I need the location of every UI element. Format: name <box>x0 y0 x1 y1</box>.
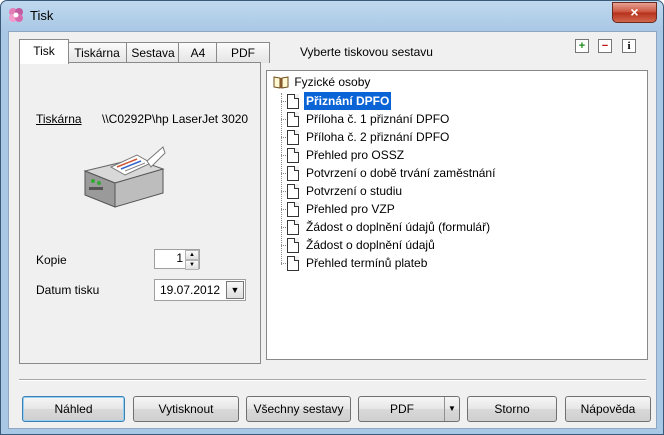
pdf-dropdown-icon[interactable]: ▼ <box>444 397 459 421</box>
document-icon <box>287 238 299 254</box>
preview-button[interactable]: Náhled <box>22 396 125 422</box>
minus-icon[interactable]: − <box>598 39 612 53</box>
cancel-button[interactable]: Storno <box>467 396 557 422</box>
document-icon <box>287 112 299 128</box>
printer-icon <box>83 146 166 208</box>
print-date-field[interactable]: 19.07.2012 ▼ <box>154 279 246 301</box>
tree-item-zadost[interactable]: Žádost o doplnění údajů <box>287 236 437 254</box>
copies-spinner[interactable]: 1 ▲ ▼ <box>154 249 200 270</box>
pdf-button-label: PDF <box>390 402 414 416</box>
tree-root-label: Fyzické osoby <box>294 74 371 89</box>
dialog-client-area: Tisk Tiskárna Sestava A4 PDF Vyberte tis… <box>8 31 657 429</box>
report-tree[interactable]: Fyzické osoby Přiznání DPFO Příloha č. 1… <box>266 70 648 360</box>
print-dialog-window: Tisk × Tisk Tiskárna Sestava A4 PDF Vybe… <box>0 0 664 435</box>
document-icon <box>287 94 299 110</box>
tab-pdf[interactable]: PDF <box>216 42 270 63</box>
separator-line <box>19 379 646 381</box>
title-bar[interactable]: Tisk × <box>1 1 663 31</box>
print-date-label: Datum tisku <box>36 283 100 297</box>
all-reports-button[interactable]: Všechny sestavy <box>246 396 351 422</box>
tree-item-prehled-ossz[interactable]: Přehled pro OSSZ <box>287 146 406 164</box>
tree-item-potvrzeni-studiu[interactable]: Potvrzení o studiu <box>287 182 404 200</box>
plus-icon[interactable]: + <box>575 39 589 53</box>
document-icon <box>287 148 299 164</box>
document-icon <box>287 220 299 236</box>
printer-name: \\C0292P\hp LaserJet 3020 <box>102 112 249 126</box>
date-dropdown-icon[interactable]: ▼ <box>226 281 244 299</box>
tree-item-zadost-formular[interactable]: Žádost o doplnění údajů (formulář) <box>287 218 492 236</box>
copies-value[interactable]: 1 <box>155 251 183 265</box>
tree-item-priloha-1[interactable]: Příloha č. 1 přiznání DPFO <box>287 110 451 128</box>
tab-panel-tisk: Tiskárna \\C0292P\hp LaserJet 3020 Kopie… <box>19 62 261 364</box>
close-button[interactable]: × <box>612 2 657 23</box>
document-icon <box>287 130 299 146</box>
pdf-button[interactable]: PDF ▼ <box>358 396 460 422</box>
info-icon[interactable]: i <box>622 39 636 53</box>
help-button[interactable]: Nápověda <box>565 396 651 422</box>
tab-tisk[interactable]: Tisk <box>19 39 69 64</box>
book-icon <box>273 76 289 89</box>
document-icon <box>287 256 299 272</box>
window-title: Tisk <box>30 8 54 23</box>
tree-root[interactable]: Fyzické osoby <box>273 74 370 92</box>
tree-item-potvrzeni-zamestnani[interactable]: Potvrzení o době trvání zaměstnání <box>287 164 497 182</box>
copies-label: Kopie <box>36 253 67 267</box>
tab-tiskarna[interactable]: Tiskárna <box>67 42 127 63</box>
tree-item-prehled-vzp[interactable]: Přehled pro VZP <box>287 200 397 218</box>
spin-down-icon[interactable]: ▼ <box>185 260 199 270</box>
tree-item-terminy-plateb[interactable]: Přehled termínů plateb <box>287 254 429 272</box>
printer-label-link[interactable]: Tiskárna <box>36 112 82 126</box>
tree-item-priznani-dpfo[interactable]: Přiznání DPFO <box>287 92 392 110</box>
document-icon <box>287 202 299 218</box>
app-icon <box>9 8 23 22</box>
spin-up-icon[interactable]: ▲ <box>185 250 199 260</box>
tree-item-priloha-2[interactable]: Příloha č. 2 přiznání DPFO <box>287 128 451 146</box>
report-header: Vyberte tiskovou sestavu <box>300 45 433 59</box>
print-button[interactable]: Vytisknout <box>133 396 239 422</box>
tab-a4[interactable]: A4 <box>178 42 218 63</box>
document-icon <box>287 166 299 182</box>
print-date-value[interactable]: 19.07.2012 <box>160 283 220 297</box>
tab-sestava[interactable]: Sestava <box>126 42 180 63</box>
document-icon <box>287 184 299 200</box>
